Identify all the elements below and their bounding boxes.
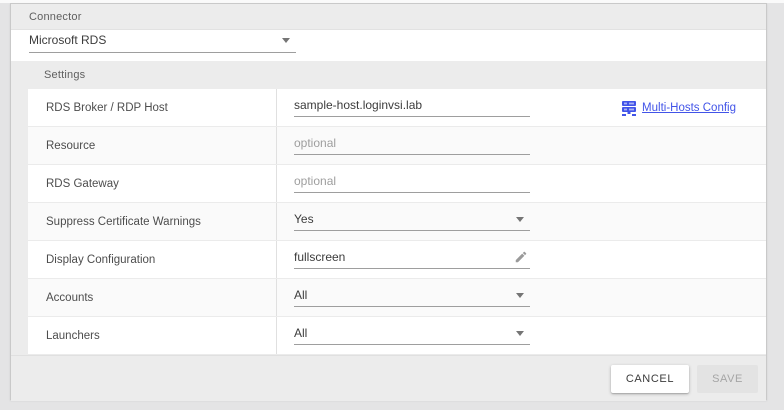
row-field	[277, 127, 766, 164]
suppress-cert-warnings-value: Yes	[294, 212, 314, 226]
suppress-cert-warnings-select[interactable]: Yes	[294, 212, 530, 231]
connector-select[interactable]: Microsoft RDS	[29, 33, 296, 53]
settings-section: Settings RDS Broker / RDP Host	[11, 61, 766, 401]
rds-broker-host-input[interactable]	[294, 98, 530, 112]
table-row-resource: Resource	[28, 127, 766, 165]
chevron-down-icon	[282, 38, 290, 43]
resource-field-wrap	[294, 136, 530, 155]
display-configuration-field-wrap	[294, 250, 530, 269]
table-row-accounts: Accounts All	[28, 279, 766, 317]
row-label: RDS Gateway	[28, 165, 277, 202]
row-label: Launchers	[28, 317, 277, 354]
settings-rows: RDS Broker / RDP Host	[28, 89, 766, 355]
row-label: Accounts	[28, 279, 277, 316]
row-field	[277, 165, 766, 202]
row-label: Resource	[28, 127, 277, 164]
launchers-select-value: All	[294, 326, 307, 340]
table-row-display-configuration: Display Configuration	[28, 241, 766, 279]
chevron-down-icon	[516, 293, 524, 298]
save-button[interactable]: SAVE	[697, 365, 758, 393]
row-label: Suppress Certificate Warnings	[28, 203, 277, 240]
multi-hosts-config-label: Multi-Hosts Config	[642, 102, 736, 114]
pencil-icon[interactable]	[514, 250, 528, 264]
server-icon	[621, 100, 637, 116]
row-field	[277, 241, 766, 278]
launchers-select[interactable]: All	[294, 326, 530, 345]
row-field: Multi-Hosts Config	[277, 89, 766, 126]
rds-broker-host-field-wrap	[294, 98, 530, 117]
row-field: All	[277, 279, 766, 316]
multi-hosts-config-link[interactable]: Multi-Hosts Config	[621, 100, 736, 116]
chevron-down-icon	[516, 331, 524, 336]
action-bar: CANCEL SAVE	[11, 355, 766, 401]
accounts-select-value: All	[294, 288, 307, 302]
connector-select-value: Microsoft RDS	[29, 33, 106, 47]
table-row-launchers: Launchers All	[28, 317, 766, 355]
resource-input[interactable]	[294, 136, 530, 150]
connector-section-title: Connector	[29, 11, 82, 23]
row-label: RDS Broker / RDP Host	[28, 89, 277, 126]
table-row-rds-gateway: RDS Gateway	[28, 165, 766, 203]
chevron-down-icon	[516, 217, 524, 222]
cancel-button[interactable]: CANCEL	[611, 365, 689, 393]
rds-gateway-input[interactable]	[294, 174, 530, 188]
connector-section-header: Connector	[11, 4, 766, 30]
row-field: Yes	[277, 203, 766, 240]
display-configuration-input[interactable]	[294, 250, 514, 264]
row-label: Display Configuration	[28, 241, 277, 278]
accounts-select[interactable]: All	[294, 288, 530, 307]
rds-gateway-field-wrap	[294, 174, 530, 193]
settings-section-title: Settings	[44, 69, 85, 81]
table-row-rds-broker: RDS Broker / RDP Host	[28, 89, 766, 127]
connector-row: Microsoft RDS	[11, 30, 766, 61]
connector-settings-card: Connector Microsoft RDS Settings RDS Bro…	[10, 3, 767, 400]
row-field: All	[277, 317, 766, 354]
settings-section-header: Settings	[11, 61, 766, 89]
table-row-suppress-cert-warnings: Suppress Certificate Warnings Yes	[28, 203, 766, 241]
